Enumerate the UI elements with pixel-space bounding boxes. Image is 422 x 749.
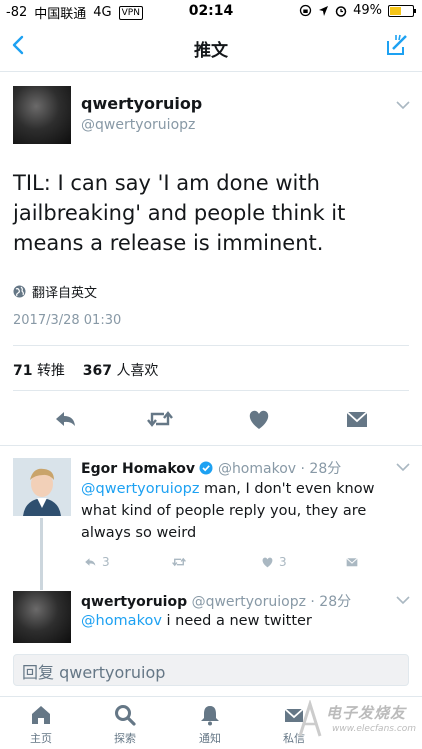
reply-author-name[interactable]: qwertyoruiop bbox=[81, 594, 187, 610]
reply-text: @homakov i need a new twitter bbox=[81, 610, 401, 632]
reply-body: i need a new twitter bbox=[161, 613, 312, 629]
location-icon bbox=[319, 5, 329, 16]
bell-icon bbox=[201, 706, 219, 726]
like-count: 367 bbox=[82, 363, 112, 379]
reply-count: 3 bbox=[102, 555, 110, 569]
like-count: 3 bbox=[279, 555, 287, 569]
heart-icon bbox=[262, 557, 273, 568]
mention-link[interactable]: @qwertyoruiopz bbox=[81, 481, 199, 497]
chevron-down-icon[interactable] bbox=[396, 100, 410, 110]
like-action[interactable]: 3 bbox=[259, 554, 287, 570]
thread-line bbox=[40, 518, 43, 590]
retweet-count: 71 bbox=[13, 363, 33, 379]
divider bbox=[0, 445, 422, 446]
mention-link[interactable]: @homakov bbox=[81, 613, 162, 629]
reply-input[interactable]: 回复 qwertyoruiop bbox=[13, 654, 409, 686]
avatar[interactable] bbox=[13, 86, 71, 144]
search-icon bbox=[115, 705, 136, 726]
tab-label: 探索 bbox=[114, 732, 136, 745]
tweet-timestamp: 2017/3/28 01:30 bbox=[13, 313, 122, 328]
watermark-url: www.elecfans.com bbox=[332, 724, 417, 734]
watermark-logo-icon bbox=[298, 700, 322, 737]
reply-header: Egor Homakov @homakov · 28分 bbox=[81, 458, 341, 478]
tweet-actions bbox=[0, 404, 422, 434]
tab-notifications[interactable]: 通知 bbox=[180, 703, 240, 746]
tab-home[interactable]: 主页 bbox=[11, 703, 71, 746]
retweet-icon bbox=[172, 557, 186, 567]
envelope-icon[interactable] bbox=[342, 404, 372, 434]
status-right: 49% bbox=[299, 3, 416, 18]
divider bbox=[13, 390, 409, 391]
watermark-text: 电子发烧友 bbox=[326, 704, 407, 722]
engagement-counts[interactable]: 71 转推 367 人喜欢 bbox=[13, 360, 158, 380]
author-handle[interactable]: @qwertyoruiopz bbox=[81, 117, 195, 133]
reply-icon[interactable] bbox=[50, 404, 80, 434]
reply-action[interactable]: 3 bbox=[81, 554, 110, 570]
battery-percent: 49% bbox=[353, 3, 382, 18]
reply-author-name[interactable]: Egor Homakov bbox=[81, 461, 195, 477]
author-name[interactable]: qwertyoruiop bbox=[81, 94, 202, 113]
avatar[interactable] bbox=[13, 591, 71, 643]
tab-explore[interactable]: 探索 bbox=[95, 703, 155, 746]
translate-link[interactable]: 翻译自英文 bbox=[13, 282, 97, 301]
watermark: 电子发烧友 www.elecfans.com bbox=[296, 700, 416, 745]
reply-icon bbox=[85, 558, 96, 566]
chevron-down-icon[interactable] bbox=[396, 595, 410, 605]
reply-actions: 3 3 bbox=[81, 554, 381, 572]
battery-fill bbox=[390, 6, 401, 15]
tab-label: 通知 bbox=[199, 732, 221, 745]
status-bar: -82 中国联通 4G VPN 02:14 49% bbox=[0, 0, 422, 22]
reply-time: · 28分 bbox=[310, 594, 352, 610]
verified-icon bbox=[199, 461, 213, 475]
reply-author-handle[interactable]: @qwertyoruiopz bbox=[192, 594, 306, 610]
nav-bar: 推文 bbox=[0, 22, 422, 72]
tweet-text: TIL: I can say 'I am done with jailbreak… bbox=[13, 171, 346, 255]
chevron-down-icon[interactable] bbox=[396, 462, 410, 472]
reply-header: qwertyoruiop @qwertyoruiopz · 28分 bbox=[81, 591, 351, 611]
avatar[interactable] bbox=[13, 458, 71, 516]
retweet-icon[interactable] bbox=[145, 404, 175, 434]
retweet-label: 转推 bbox=[36, 363, 65, 379]
battery-icon bbox=[388, 4, 416, 17]
compose-icon[interactable] bbox=[384, 32, 410, 58]
reply-text: @qwertyoruiopz man, I don't even know wh… bbox=[81, 478, 401, 544]
translate-label: 翻译自英文 bbox=[32, 286, 98, 301]
heart-icon[interactable] bbox=[244, 404, 274, 434]
reply-time: · 28分 bbox=[300, 461, 342, 477]
reply-author-handle[interactable]: @homakov bbox=[218, 461, 296, 477]
dm-action[interactable] bbox=[343, 554, 361, 570]
avatar-portrait bbox=[13, 458, 71, 516]
alarm-icon bbox=[335, 5, 347, 17]
divider bbox=[13, 345, 409, 346]
page-title: 推文 bbox=[194, 41, 228, 61]
tab-label: 主页 bbox=[30, 732, 52, 745]
retweet-action[interactable] bbox=[169, 554, 189, 570]
globe-icon bbox=[13, 285, 26, 298]
envelope-icon bbox=[346, 557, 358, 567]
orientation-lock-icon bbox=[299, 4, 312, 17]
home-icon bbox=[32, 706, 50, 724]
like-label: 人喜欢 bbox=[116, 363, 159, 379]
